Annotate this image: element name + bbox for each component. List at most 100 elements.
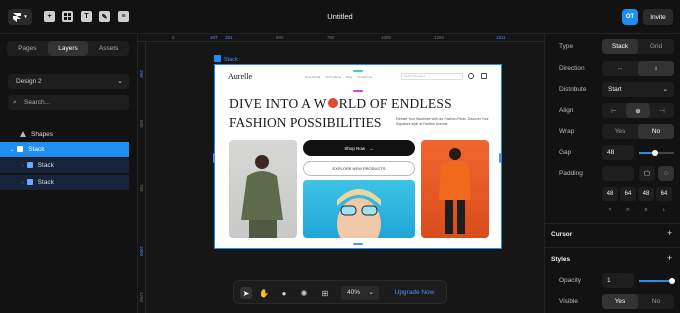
- opacity-slider-knob[interactable]: [669, 278, 675, 284]
- layer-item-shapes[interactable]: Shapes: [20, 127, 150, 142]
- padding-side-label: R: [626, 207, 630, 212]
- nav-link[interactable]: New Arrival: [305, 75, 320, 79]
- styles-section-title: Styles: [551, 256, 571, 263]
- layer-item-stack-child[interactable]: › Stack: [0, 175, 129, 190]
- align-center-icon[interactable]: ⊕: [626, 103, 650, 118]
- hero-headline-line1: DIVE INTO A W RLD OF ENDLESS: [229, 95, 452, 112]
- tab-layers[interactable]: Layers: [47, 41, 89, 56]
- align-start-icon[interactable]: ⊢: [602, 103, 626, 118]
- padding-side-label: L: [662, 207, 666, 212]
- layer-item-stack-selected[interactable]: ⌄ Stack: [0, 142, 129, 157]
- headline-part: DIVE INTO A W: [229, 96, 327, 111]
- explore-products-button[interactable]: EXPLORE NEW PRODUCTS: [303, 161, 415, 176]
- top-bar: ▾ + T ✎ ≡ Untitled OT Invite: [0, 0, 680, 34]
- site-brand[interactable]: Aurelle: [228, 72, 252, 81]
- chevron-down-icon: ⌄: [117, 78, 123, 85]
- cursor-section-title: Cursor: [551, 231, 573, 238]
- ruler-tick: 1511: [496, 35, 506, 40]
- opacity-label: Opacity: [559, 277, 582, 284]
- layers-search-input[interactable]: ⌕ Search...: [8, 95, 129, 110]
- wrap-yes-option[interactable]: Yes: [602, 124, 638, 139]
- distribute-select[interactable]: Start ⌄: [602, 82, 674, 97]
- opacity-input[interactable]: 1: [602, 273, 634, 288]
- ruler-tick: 281: [225, 35, 233, 40]
- direction-vertical-icon[interactable]: ↕: [638, 61, 674, 76]
- nav-link[interactable]: All Products: [325, 75, 341, 79]
- padding-side-label: T: [608, 207, 612, 212]
- type-stack-option[interactable]: Stack: [602, 39, 638, 54]
- avatar[interactable]: OT: [622, 9, 638, 25]
- visible-no-option[interactable]: No: [638, 294, 674, 309]
- visible-label: Visible: [559, 298, 579, 305]
- gap-handle[interactable]: [353, 90, 363, 92]
- headline-part: RLD OF ENDLESS: [338, 96, 452, 111]
- ruler-tick: 1000: [381, 35, 392, 40]
- padding-top-value[interactable]: 48: [602, 187, 618, 201]
- frame-label[interactable]: Stack: [214, 55, 238, 63]
- gap-input[interactable]: 48: [602, 145, 634, 160]
- visible-yes-option[interactable]: Yes: [602, 294, 638, 309]
- arrow-right-icon: →: [369, 145, 374, 151]
- invite-button[interactable]: Invite: [643, 9, 673, 25]
- resize-handle[interactable]: [213, 153, 215, 163]
- upgrade-now-button[interactable]: Upgrade Now: [386, 286, 443, 300]
- padding-bottom-value[interactable]: 48: [638, 187, 654, 201]
- padding-label: Padding: [559, 170, 583, 177]
- add-style-icon[interactable]: +: [667, 253, 672, 263]
- type-grid-option[interactable]: Grid: [638, 39, 674, 54]
- frame-label-text: Stack: [224, 57, 238, 63]
- shop-now-label: Shop Now: [344, 145, 366, 151]
- canvas[interactable]: 0 187 281 500 750 1000 1250 1511 250 500…: [138, 34, 544, 313]
- sun-icon[interactable]: ✺: [298, 287, 310, 299]
- nav-link[interactable]: Blog: [346, 75, 352, 79]
- distribute-value: Start: [608, 86, 622, 93]
- page-select[interactable]: Design 2 ⌄: [8, 74, 129, 89]
- layer-item-stack-child[interactable]: › Stack: [0, 158, 129, 173]
- hero-subtext: Elevate Your Wardrobe with our Fashion F…: [396, 117, 489, 126]
- padding-side-label: B: [644, 207, 648, 212]
- zoom-select[interactable]: 40% ⌄: [341, 286, 379, 300]
- document-title[interactable]: Untitled: [0, 12, 680, 21]
- padding-input[interactable]: [602, 166, 634, 181]
- stack-frame[interactable]: Aurelle New Arrival All Products Blog Co…: [213, 64, 502, 250]
- align-end-icon[interactable]: ⊣: [650, 103, 674, 118]
- stack-icon: [26, 178, 33, 185]
- stack-icon: [214, 55, 221, 62]
- ruler-tick: 750: [139, 184, 144, 192]
- padding-uniform-icon[interactable]: ▢: [639, 166, 655, 181]
- align-segment: ⊢ ⊕ ⊣: [602, 103, 674, 118]
- gap-label: Gap: [559, 149, 572, 156]
- wrap-segment: Yes No: [602, 124, 674, 139]
- site-nav-links: New Arrival All Products Blog Contact Us: [305, 75, 372, 79]
- tab-assets[interactable]: Assets: [88, 41, 129, 56]
- cursor-tool-icon[interactable]: ➤: [240, 287, 252, 299]
- distribute-label: Distribute: [559, 86, 587, 93]
- ruler-tick: 1000: [139, 246, 144, 257]
- bag-icon[interactable]: [481, 73, 487, 79]
- wrap-no-option[interactable]: No: [638, 124, 674, 139]
- resize-handle[interactable]: [499, 153, 501, 163]
- padding-left-value[interactable]: 64: [656, 187, 672, 201]
- layer-label: Shapes: [31, 131, 54, 138]
- direction-label: Direction: [559, 65, 585, 72]
- resize-handle[interactable]: [353, 70, 363, 72]
- padding-individual-icon[interactable]: ◌: [658, 166, 674, 181]
- padding-right-value[interactable]: 64: [620, 187, 636, 201]
- chevron-right-icon: ›: [22, 163, 24, 169]
- product-image-orange-jacket: [421, 140, 489, 238]
- nav-link[interactable]: Contact Us: [357, 75, 372, 79]
- shop-now-button[interactable]: Shop Now →: [303, 140, 415, 156]
- ruler-tick: 1250: [139, 292, 144, 303]
- tab-pages[interactable]: Pages: [7, 41, 48, 56]
- add-cursor-icon[interactable]: +: [667, 228, 672, 238]
- direction-horizontal-icon[interactable]: ↔: [602, 61, 638, 76]
- resize-handle[interactable]: [353, 243, 363, 245]
- wrap-label: Wrap: [559, 128, 575, 135]
- search-icon[interactable]: [468, 73, 474, 79]
- grid-view-icon[interactable]: ⊞: [319, 287, 331, 299]
- divider: [545, 247, 680, 248]
- site-search-input[interactable]: Search Product: [401, 73, 463, 80]
- gap-slider-knob[interactable]: [652, 150, 658, 156]
- hand-tool-icon[interactable]: ✋: [258, 287, 270, 299]
- comment-icon[interactable]: ●: [278, 287, 290, 299]
